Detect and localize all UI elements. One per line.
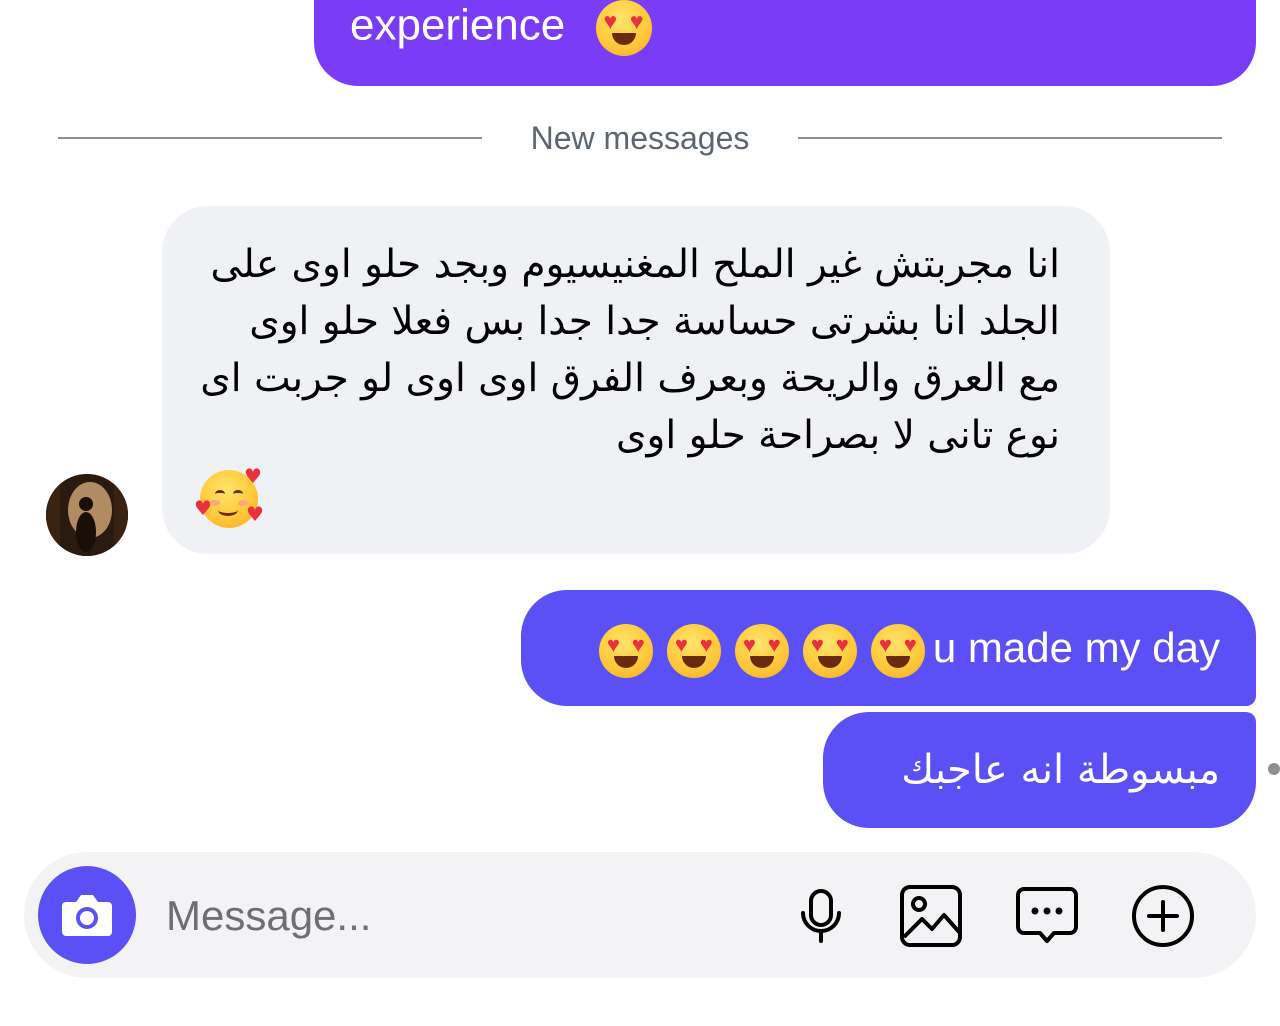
- message-text-row: u made my day: [598, 590, 1220, 706]
- incoming-message-bubble[interactable]: انا مجربتش غير الملح المغنيسيوم وبجد حلو…: [162, 206, 1110, 554]
- heart-eyes-emoji-icon: [870, 623, 925, 678]
- chat-screen: experience New messages انا مجربتش غير ا…: [0, 0, 1280, 1026]
- heart-eyes-emoji-icon: [802, 623, 857, 678]
- emoji-group: [598, 623, 925, 678]
- message-text: u made my day: [932, 624, 1220, 671]
- outgoing-message-bubble[interactable]: experience: [314, 0, 1256, 86]
- new-messages-divider: New messages: [58, 118, 1222, 158]
- heart-eyes-emoji-icon: [595, 0, 652, 56]
- image-icon: [900, 885, 962, 947]
- camera-button[interactable]: [38, 866, 136, 964]
- message-input[interactable]: [164, 882, 768, 950]
- message-text-block: انا مجربتش غير الملح المغنيسيوم وبجد حلو…: [198, 236, 1060, 464]
- gallery-button[interactable]: [898, 883, 964, 949]
- smiling-face-with-hearts-emoji-icon: ♥ ♥ ♥: [194, 464, 264, 528]
- read-indicator-dot: [1268, 763, 1280, 775]
- message-composer: [24, 852, 1256, 978]
- heart-eyes-emoji-icon: [734, 623, 789, 678]
- microphone-icon: [801, 889, 841, 943]
- contact-avatar[interactable]: [46, 474, 128, 556]
- outgoing-message-bubble[interactable]: u made my day: [521, 590, 1256, 706]
- message-text: انا مجربتش غير الملح المغنيسيوم وبجد حلو…: [187, 242, 1060, 458]
- message-text: مبسوطة انه عاجبك: [901, 747, 1220, 793]
- sticker-chat-icon: [1016, 887, 1078, 943]
- message-text: experience: [350, 0, 566, 50]
- microphone-button[interactable]: [788, 883, 854, 949]
- camera-icon: [62, 895, 112, 936]
- heart-eyes-emoji-icon: [598, 623, 653, 678]
- sticker-button[interactable]: [1014, 883, 1080, 949]
- heart-eyes-emoji-icon: [666, 623, 721, 678]
- message-text-row: experience: [350, 0, 652, 56]
- avatar-photo-icon: [46, 474, 128, 556]
- divider-line: [798, 137, 1222, 139]
- plus-icon: [1132, 885, 1194, 947]
- outgoing-message-bubble[interactable]: مبسوطة انه عاجبك: [823, 712, 1256, 828]
- add-button[interactable]: [1130, 883, 1196, 949]
